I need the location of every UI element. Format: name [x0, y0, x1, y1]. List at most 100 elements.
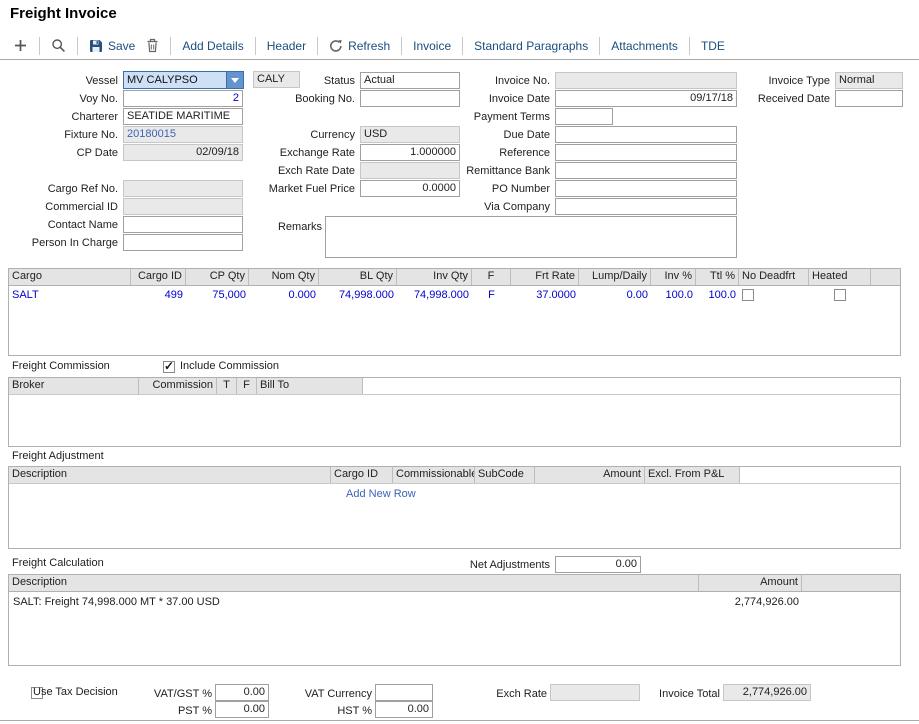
reference-field[interactable] [555, 144, 737, 161]
payment-terms-field[interactable] [555, 108, 613, 125]
exchange-rate-label: Exchange Rate [240, 145, 355, 161]
payment-terms-label: Payment Terms [440, 109, 550, 125]
cargo-table: Cargo Cargo ID CP Qty Nom Qty BL Qty Inv… [8, 268, 901, 356]
cargo-ref-no-field [123, 180, 243, 197]
via-company-label: Via Company [440, 199, 550, 215]
person-in-charge-field[interactable] [123, 234, 243, 251]
cell-nom-qty[interactable]: 0.000 [249, 289, 319, 301]
due-date-label: Due Date [440, 127, 550, 143]
charterer-label: Charterer [8, 109, 118, 125]
header-commissionable: Commissionable [393, 467, 475, 483]
header-frt-rate: Frt Rate [511, 269, 579, 285]
commission-table-header: Broker Commission T F Bill To [9, 378, 900, 395]
cell-f[interactable]: F [472, 289, 511, 301]
header-subcode: SubCode [475, 467, 535, 483]
use-tax-decision-label: Use Tax Decision [33, 686, 118, 698]
include-commission-checkbox[interactable] [163, 361, 175, 373]
toolbar: Save Add Details Header Refresh Invoice … [0, 32, 919, 60]
commercial-id-field [123, 198, 243, 215]
header-excl-from-pl: Excl. From P&L [645, 467, 740, 483]
delete-icon[interactable] [146, 38, 159, 53]
header-amount: Amount [699, 575, 802, 591]
toolbar-separator [599, 37, 600, 55]
invoice-button[interactable]: Invoice [413, 39, 451, 53]
net-adjustments-field[interactable]: 0.00 [555, 556, 641, 573]
vat-gst-label: VAT/GST % [120, 686, 212, 702]
cell-frt-rate[interactable]: 37.0000 [511, 289, 579, 301]
header-cargo-id: Cargo ID [131, 269, 186, 285]
header-f: F [237, 378, 257, 394]
invoice-date-label: Invoice Date [440, 91, 550, 107]
fixture-no-link[interactable]: 20180015 [123, 126, 243, 143]
hst-field[interactable]: 0.00 [375, 701, 433, 718]
pst-field[interactable]: 0.00 [215, 701, 269, 718]
header-description: Description [9, 575, 699, 591]
booking-no-label: Booking No. [240, 91, 355, 107]
invoice-no-label: Invoice No. [440, 73, 550, 89]
add-new-row-link[interactable]: Add New Row [346, 488, 416, 500]
commission-table: Broker Commission T F Bill To [8, 377, 901, 447]
refresh-button[interactable]: Refresh [329, 39, 390, 53]
header-bill-to: Bill To [257, 378, 363, 394]
header-filler [802, 575, 900, 591]
charterer-field[interactable]: SEATIDE MARITIME [123, 108, 243, 125]
new-icon[interactable] [13, 38, 28, 53]
header-bl-qty: BL Qty [319, 269, 397, 285]
hst-label: HST % [278, 703, 372, 719]
save-disk-icon [89, 39, 103, 53]
tde-button[interactable]: TDE [701, 39, 725, 53]
received-date-field[interactable] [835, 90, 903, 107]
net-adjustments-label: Net Adjustments [440, 557, 550, 573]
cell-inv-pct[interactable]: 100.0 [651, 289, 696, 301]
vat-currency-field[interactable] [375, 684, 433, 701]
freight-adjustment-label: Freight Adjustment [12, 450, 104, 462]
standard-paragraphs-button[interactable]: Standard Paragraphs [474, 39, 588, 53]
cell-heated [809, 288, 871, 300]
save-button[interactable]: Save [89, 39, 135, 53]
remittance-bank-field[interactable] [555, 162, 737, 179]
vessel-label: Vessel [8, 73, 118, 89]
currency-label: Currency [240, 127, 355, 143]
due-date-field[interactable] [555, 126, 737, 143]
contact-name-field[interactable] [123, 216, 243, 233]
header-button[interactable]: Header [267, 39, 306, 53]
cell-cargo-id[interactable]: 499 [131, 289, 186, 301]
cargo-table-header: Cargo Cargo ID CP Qty Nom Qty BL Qty Inv… [9, 269, 900, 286]
header-f: F [472, 269, 511, 285]
exch-rate-label: Exch Rate [453, 686, 547, 702]
voy-no-field[interactable]: 2 [123, 90, 243, 107]
via-company-field[interactable] [555, 198, 737, 215]
commercial-id-label: Commercial ID [8, 199, 118, 215]
header-lump-daily: Lump/Daily [579, 269, 651, 285]
header-description: Description [9, 467, 331, 483]
cell-bl-qty[interactable]: 74,998.000 [319, 289, 397, 301]
cell-lump-daily[interactable]: 0.00 [579, 289, 651, 301]
cargo-table-row[interactable]: SALT 499 75,000 0.000 74,998.000 74,998.… [9, 286, 900, 303]
remarks-textarea[interactable] [325, 216, 737, 258]
cell-description: SALT: Freight 74,998.000 MT * 37.00 USD [9, 596, 699, 608]
freight-commission-label: Freight Commission [12, 360, 110, 372]
invoice-total-label: Invoice Total [626, 686, 720, 702]
po-number-field[interactable] [555, 180, 737, 197]
calculation-row[interactable]: SALT: Freight 74,998.000 MT * 37.00 USD … [9, 592, 900, 612]
heated-checkbox[interactable] [834, 289, 846, 301]
vessel-select[interactable]: MV CALYPSO [123, 71, 244, 89]
cell-ttl-pct[interactable]: 100.0 [696, 289, 739, 301]
attachments-button[interactable]: Attachments [611, 39, 678, 53]
invoice-date-field[interactable]: 09/17/18 [555, 90, 737, 107]
header-t: T [217, 378, 237, 394]
invoice-type-label: Invoice Type [740, 73, 830, 89]
header-no-deadfrt: No Deadfrt [739, 269, 809, 285]
no-deadfrt-checkbox[interactable] [742, 289, 754, 301]
search-icon[interactable] [51, 38, 66, 53]
add-details-button[interactable]: Add Details [182, 39, 243, 53]
fixture-no-label: Fixture No. [8, 127, 118, 143]
cell-no-deadfrt [739, 288, 809, 300]
cell-inv-qty[interactable]: 74,998.000 [397, 289, 472, 301]
cell-cp-qty[interactable]: 75,000 [186, 289, 249, 301]
invoice-total-field: 2,774,926.00 [723, 684, 811, 701]
remarks-label: Remarks [250, 219, 322, 235]
freight-calculation-label: Freight Calculation [12, 557, 104, 569]
cell-cargo[interactable]: SALT [9, 289, 131, 301]
vat-gst-field[interactable]: 0.00 [215, 684, 269, 701]
